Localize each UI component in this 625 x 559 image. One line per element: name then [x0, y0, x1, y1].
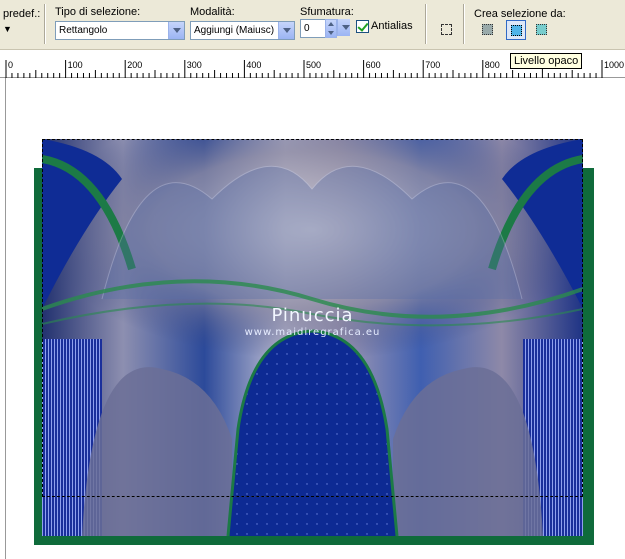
selection-type-value: Rettangolo [59, 25, 108, 36]
watermark-title: Pinuccia [271, 305, 354, 326]
preset-dropdown-arrow-icon[interactable]: ▼ [3, 24, 12, 34]
mode-select[interactable]: Aggiungi (Maiusc) [190, 21, 295, 40]
watermark-url: www.maidiregrafica.eu [244, 327, 381, 338]
antialias-label: Antialias [371, 20, 413, 32]
toolbar-separator [463, 4, 465, 44]
chevron-down-icon[interactable] [337, 19, 350, 36]
tool-options-bar: predef.: ▼ Tipo di selezione: Rettangolo… [0, 0, 625, 50]
feather-value: 0 [304, 23, 310, 34]
ruler-label: 0 [8, 60, 13, 70]
toolbar-separator [425, 4, 427, 44]
mode-value: Aggiungi (Maiusc) [194, 25, 275, 36]
chevron-down-icon[interactable] [168, 22, 184, 39]
opaque-layer-icon [511, 25, 522, 36]
selection-marquee-icon [441, 24, 452, 35]
ruler-label: 700 [425, 60, 440, 70]
artwork-image[interactable]: Pinuccia www.maidiregrafica.eu [42, 139, 583, 536]
vertical-ruler[interactable] [0, 78, 6, 559]
tooltip-opaque-layer: Livello opaco [510, 53, 583, 69]
antialias-checkbox[interactable] [356, 20, 369, 33]
select-all-button[interactable] [437, 20, 457, 40]
ruler-label: 600 [366, 60, 381, 70]
ruler-label: 100 [68, 60, 83, 70]
layers-selection-icon [482, 24, 493, 35]
create-selection-label: Crea selezione da: [474, 8, 566, 20]
feather-label: Sfumatura: [300, 6, 354, 18]
chevron-down-icon[interactable] [278, 22, 294, 39]
ruler-label: 500 [306, 60, 321, 70]
ruler-label: 800 [485, 60, 500, 70]
ruler-label: 400 [246, 60, 261, 70]
toolbar-separator [44, 4, 46, 44]
mode-label: Modalità: [190, 6, 235, 18]
ruler-label: 300 [187, 60, 202, 70]
feather-input[interactable]: 0 [300, 19, 326, 38]
ruler-label: 1000 [604, 60, 624, 70]
preset-label: predef.: [3, 8, 41, 20]
selection-type-label: Tipo di selezione: [55, 6, 141, 18]
feather-dropdown[interactable] [336, 19, 350, 38]
selection-from-mask-button[interactable] [532, 20, 552, 40]
mask-selection-icon [536, 24, 547, 35]
selection-from-all-layers-button[interactable] [478, 20, 498, 40]
selection-type-select[interactable]: Rettangolo [55, 21, 185, 40]
selection-from-opaque-layer-button[interactable] [506, 20, 526, 40]
ruler-label: 200 [127, 60, 142, 70]
